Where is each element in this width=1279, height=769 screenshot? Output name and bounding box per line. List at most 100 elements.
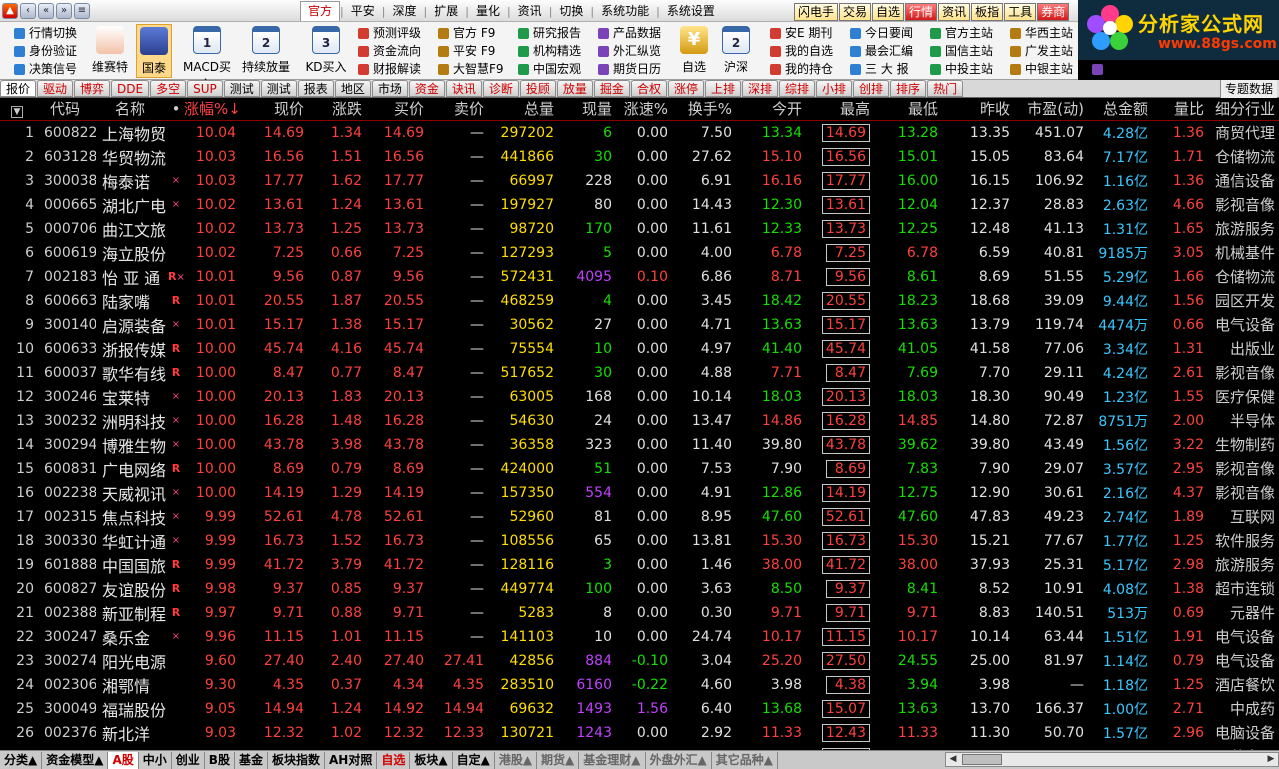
column-header-15[interactable]: 最低 <box>874 98 942 120</box>
toolbar-left-item-2[interactable]: 决策信号 <box>14 60 77 78</box>
market-tab-2[interactable]: A股 <box>108 751 139 769</box>
market-tab-16[interactable]: 其它品种▲ <box>712 751 778 769</box>
quick-button-2[interactable]: 自选 <box>872 3 905 21</box>
view-tab-20[interactable]: 深排 <box>741 80 778 97</box>
market-tab-13[interactable]: 期货▲ <box>537 751 580 769</box>
view-tab-13[interactable]: 诊断 <box>482 80 519 97</box>
toolbar-col4-item-2[interactable]: 中国宏观 <box>518 60 581 78</box>
toolbar-col2-item-2[interactable]: 财报解读 <box>358 60 421 78</box>
quick-button-5[interactable]: 板指 <box>971 3 1004 21</box>
view-tab-0[interactable]: 报价 <box>0 80 37 97</box>
table-row[interactable]: 2 603128 华贸物流 10.03 16.56 1.51 16.56 — 441866 30 0… <box>0 145 1279 169</box>
view-tab-25[interactable]: 热门 <box>927 80 964 97</box>
column-header-10[interactable]: 现量 <box>558 98 616 120</box>
quick-button-6[interactable]: 工具 <box>1004 3 1037 21</box>
column-header-16[interactable]: 昨收 <box>942 98 1014 120</box>
table-row[interactable]: 16 002238 天威视讯 × 10.00 14.19 1.29 14.19 — 157350 5… <box>0 481 1279 505</box>
table-row[interactable]: 21 002388 新亚制程 R 9.97 9.71 0.88 9.71 — 5283 8 0.00 0… <box>0 601 1279 625</box>
scroll-left-icon[interactable]: ◀ <box>946 753 960 766</box>
table-row[interactable]: 25 300049 福瑞股份 9.05 14.94 1.24 14.92 14.94 69632… <box>0 697 1279 721</box>
column-header-3[interactable]: • <box>168 98 184 120</box>
column-header-6[interactable]: 涨跌 <box>308 98 366 120</box>
menu-item-5[interactable]: 资讯 <box>511 0 549 22</box>
market-tab-15[interactable]: 外盘外汇▲ <box>646 751 712 769</box>
app-logo-icon[interactable]: ▲ <box>2 2 18 19</box>
toolbar-big2-button-0[interactable]: ¥ 自选 <box>676 24 712 78</box>
column-header-2[interactable]: 名称 <box>96 98 168 120</box>
market-tab-11[interactable]: 自定▲ <box>453 751 495 769</box>
view-tab-1[interactable]: 驱动 <box>37 80 74 97</box>
view-tab-12[interactable]: 诀讯 <box>445 80 482 97</box>
column-header-20[interactable]: 细分行业 <box>1208 98 1279 120</box>
view-tab-9[interactable]: 地区 <box>334 80 371 97</box>
toolbar-col4-item-0[interactable]: 研究报告 <box>518 24 581 42</box>
menu-item-4[interactable]: 量化 <box>469 0 507 22</box>
toolbar-col8-item-2[interactable]: 中投主站 <box>930 60 993 78</box>
toolbar-big-button-2[interactable]: 1MACD买入 <box>180 24 234 91</box>
market-tab-12[interactable]: 港股▲ <box>495 751 538 769</box>
table-row[interactable]: 17 002315 焦点科技 × 9.99 52.61 4.78 52.61 — 52960 81 0… <box>0 505 1279 529</box>
market-tab-5[interactable]: B股 <box>205 751 235 769</box>
table-row[interactable]: 11 600037 歌华有线 R 10.00 8.47 0.77 8.47 — 517652 30 0… <box>0 361 1279 385</box>
table-row[interactable]: 8 600663 陆家嘴 R 10.01 20.55 1.87 20.55 — 468259 4 0.… <box>0 289 1279 313</box>
toolbar-col8-item-1[interactable]: 国信主站 <box>930 42 993 60</box>
toolbar-col10-item-0[interactable]: 切十档框 <box>1092 60 1155 78</box>
view-tab-16[interactable]: 掘金 <box>593 80 630 97</box>
toolbar-big-button-1[interactable]: 国泰 <box>136 24 172 78</box>
view-tab-7[interactable]: 测试 <box>260 80 297 97</box>
table-row[interactable]: 5 000706 曲江文旅 10.02 13.73 1.25 13.73 — 98720 170 0… <box>0 217 1279 241</box>
column-header-7[interactable]: 买价 <box>366 98 428 120</box>
sort-dropdown-icon[interactable]: ▼ <box>10 105 24 118</box>
view-tab-2[interactable]: 博弈 <box>74 80 111 97</box>
view-tab-10[interactable]: 市场 <box>371 80 408 97</box>
table-row[interactable]: 23 300274 阳光电源 9.60 27.40 2.40 27.40 27.41 42856… <box>0 649 1279 673</box>
table-row[interactable]: 3 300038 梅泰诺 × 10.03 17.77 1.62 17.77 — 66997 228 0… <box>0 169 1279 193</box>
table-row[interactable]: 4 000665 湖北广电 × 10.02 13.61 1.24 13.61 — 197927 80… <box>0 193 1279 217</box>
view-tab-24[interactable]: 排序 <box>890 80 927 97</box>
toolbar-left-item-0[interactable]: 行情切换 <box>14 24 77 42</box>
table-row[interactable]: 26 002376 新北洋 9.03 12.32 1.02 12.32 12.33 130721… <box>0 721 1279 745</box>
view-tab-22[interactable]: 小排 <box>816 80 853 97</box>
table-row[interactable]: 22 300247 桑乐金 × 9.96 11.15 1.01 11.15 — 141103 10 0… <box>0 625 1279 649</box>
menu-icon[interactable]: ≡ <box>74 2 90 19</box>
table-row[interactable]: 13 300232 洲明科技 × 10.00 16.28 1.48 16.28 — 54630 24… <box>0 409 1279 433</box>
view-tab-15[interactable]: 放量 <box>556 80 593 97</box>
table-row[interactable]: 20 600827 友谊股份 R 9.98 9.37 0.85 9.37 — 449774 100 0… <box>0 577 1279 601</box>
view-tab-3[interactable]: DDE <box>111 80 150 97</box>
view-tab-18[interactable]: 涨停 <box>667 80 704 97</box>
toolbar-big-button-3[interactable]: 2 持续放量 <box>238 24 294 78</box>
market-tab-8[interactable]: AH对照 <box>325 751 378 769</box>
column-header-9[interactable]: 总量 <box>488 98 558 120</box>
table-row[interactable]: 19 601888 中国国旅 R 9.99 41.72 3.79 41.72 — 128116 3 0… <box>0 553 1279 577</box>
table-row[interactable]: 12 300246 宝莱特 × 10.00 20.13 1.83 20.13 — 63005 168… <box>0 385 1279 409</box>
scroll-right-icon[interactable]: ▶ <box>1264 753 1278 766</box>
toolbar-col9-item-1[interactable]: 广发主站 <box>1010 42 1073 60</box>
market-tab-7[interactable]: 板块指数 <box>268 751 325 769</box>
table-row[interactable]: 1 600822 上海物贸 10.04 14.69 1.34 14.69—297202 6 0.… <box>0 119 1279 145</box>
quick-button-4[interactable]: 资讯 <box>938 3 971 21</box>
view-tab-11[interactable]: 资金 <box>408 80 445 97</box>
menu-item-1[interactable]: 平安 <box>344 0 382 22</box>
toolbar-col6-item-2[interactable]: 我的持仓 <box>770 60 833 78</box>
toolbar-col5-item-0[interactable]: 产品数据 <box>598 24 661 42</box>
view-tab-21[interactable]: 综排 <box>779 80 816 97</box>
toolbar-col2-item-1[interactable]: 资金流向 <box>358 42 421 60</box>
quick-button-7[interactable]: 券商 <box>1037 3 1070 21</box>
quick-button-1[interactable]: 交易 <box>839 3 872 21</box>
toolbar-col6-item-1[interactable]: 我的自选 <box>770 42 833 60</box>
column-header-11[interactable]: 涨速% <box>616 98 672 120</box>
market-tab-4[interactable]: 创业 <box>172 751 205 769</box>
forward-icon[interactable]: » <box>56 2 72 19</box>
quick-button-3[interactable]: 行情 <box>905 3 938 21</box>
column-header-8[interactable]: 卖价 <box>428 98 488 120</box>
column-header-12[interactable]: 换手% <box>672 98 736 120</box>
table-row[interactable]: 10 600633 浙报传媒 R 10.00 45.74 4.16 45.74 — 75554 10… <box>0 337 1279 361</box>
table-row[interactable]: 15 600831 广电网络 R 10.00 8.69 0.79 8.69 — 424000 51 0… <box>0 457 1279 481</box>
toolbar-big2-button-1[interactable]: 2 沪深 <box>718 24 754 78</box>
toolbar-col3-item-2[interactable]: 大智慧F9 <box>438 60 504 78</box>
table-row[interactable]: 24 002306 湘鄂情 9.30 4.35 0.37 4.34 4.35 283510 616… <box>0 673 1279 697</box>
view-tab-14[interactable]: 投顾 <box>519 80 556 97</box>
table-row[interactable]: 14 300294 博雅生物 × 10.00 43.78 3.98 43.78 — 36358 32… <box>0 433 1279 457</box>
column-header-4[interactable]: 涨幅%↓ <box>184 98 240 120</box>
column-header-17[interactable]: 市盈(动) <box>1014 98 1088 120</box>
